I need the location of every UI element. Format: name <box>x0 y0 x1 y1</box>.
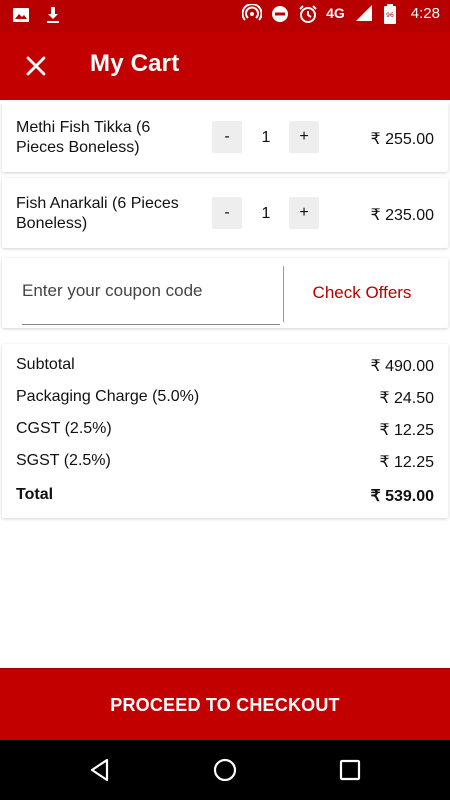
total-row: Total ₹ 539.00 <box>16 486 434 510</box>
sgst-value: ₹ 12.25 <box>379 454 434 471</box>
item-quantity: 1 <box>261 205 271 222</box>
cgst-label: CGST (2.5%) <box>16 420 112 437</box>
subtotal-value: ₹ 490.00 <box>370 358 434 375</box>
status-bar: 4G 96 4:28 <box>0 0 450 32</box>
subtotal-label: Subtotal <box>16 356 75 373</box>
cgst-row: CGST (2.5%) ₹ 12.25 <box>16 420 434 444</box>
close-button[interactable] <box>20 50 52 82</box>
cart-item: Methi Fish Tikka (6 Pieces Boneless) - 1… <box>2 102 448 172</box>
increase-qty-button[interactable]: + <box>289 121 319 153</box>
item-price: ₹ 235.00 <box>370 207 434 224</box>
coupon-card: Check Offers <box>2 258 448 328</box>
alarm-icon <box>298 4 317 23</box>
signal-icon <box>355 4 373 22</box>
close-icon <box>26 56 46 76</box>
home-icon <box>213 758 237 782</box>
sgst-label: SGST (2.5%) <box>16 452 111 469</box>
back-icon <box>90 758 109 782</box>
recents-button[interactable] <box>335 755 365 785</box>
svg-text:96: 96 <box>386 12 394 19</box>
increase-qty-button[interactable]: + <box>289 197 319 229</box>
app-bar: My Cart <box>0 32 450 100</box>
item-name: Fish Anarkali (6 Pieces Boneless) <box>16 195 179 232</box>
page-title: My Cart <box>90 50 180 77</box>
decrease-qty-button[interactable]: - <box>212 197 242 229</box>
recents-icon <box>339 759 361 781</box>
system-nav-bar <box>0 740 450 800</box>
item-quantity: 1 <box>261 129 271 146</box>
packaging-value: ₹ 24.50 <box>379 390 434 407</box>
total-label: Total <box>16 486 54 503</box>
packaging-row: Packaging Charge (5.0%) ₹ 24.50 <box>16 388 434 412</box>
image-notification-icon <box>12 6 30 24</box>
do-not-disturb-icon <box>270 4 289 22</box>
cgst-value: ₹ 12.25 <box>379 422 434 439</box>
packaging-label: Packaging Charge (5.0%) <box>16 388 200 405</box>
item-price: ₹ 255.00 <box>370 131 434 148</box>
check-offers-button[interactable]: Check Offers <box>292 258 432 328</box>
network-type: 4G <box>326 5 345 21</box>
download-icon <box>44 6 62 24</box>
cart-item: Fish Anarkali (6 Pieces Boneless) - 1 + … <box>2 178 448 248</box>
proceed-to-checkout-button[interactable]: PROCEED TO CHECKOUT <box>0 668 450 741</box>
coupon-code-input[interactable] <box>22 258 280 325</box>
sgst-row: SGST (2.5%) ₹ 12.25 <box>16 452 434 476</box>
subtotal-row: Subtotal ₹ 490.00 <box>16 356 434 380</box>
clock: 4:28 <box>410 4 440 22</box>
hotspot-icon <box>241 3 263 22</box>
total-value: ₹ 539.00 <box>370 488 434 505</box>
decrease-qty-button[interactable]: - <box>212 121 242 153</box>
bill-summary: Subtotal ₹ 490.00 Packaging Charge (5.0%… <box>2 344 448 518</box>
divider <box>283 266 284 322</box>
home-button[interactable] <box>210 755 240 785</box>
back-button[interactable] <box>85 755 115 785</box>
battery-icon: 96 <box>383 4 401 24</box>
item-name: Methi Fish Tikka (6 Pieces Boneless) <box>16 119 151 156</box>
